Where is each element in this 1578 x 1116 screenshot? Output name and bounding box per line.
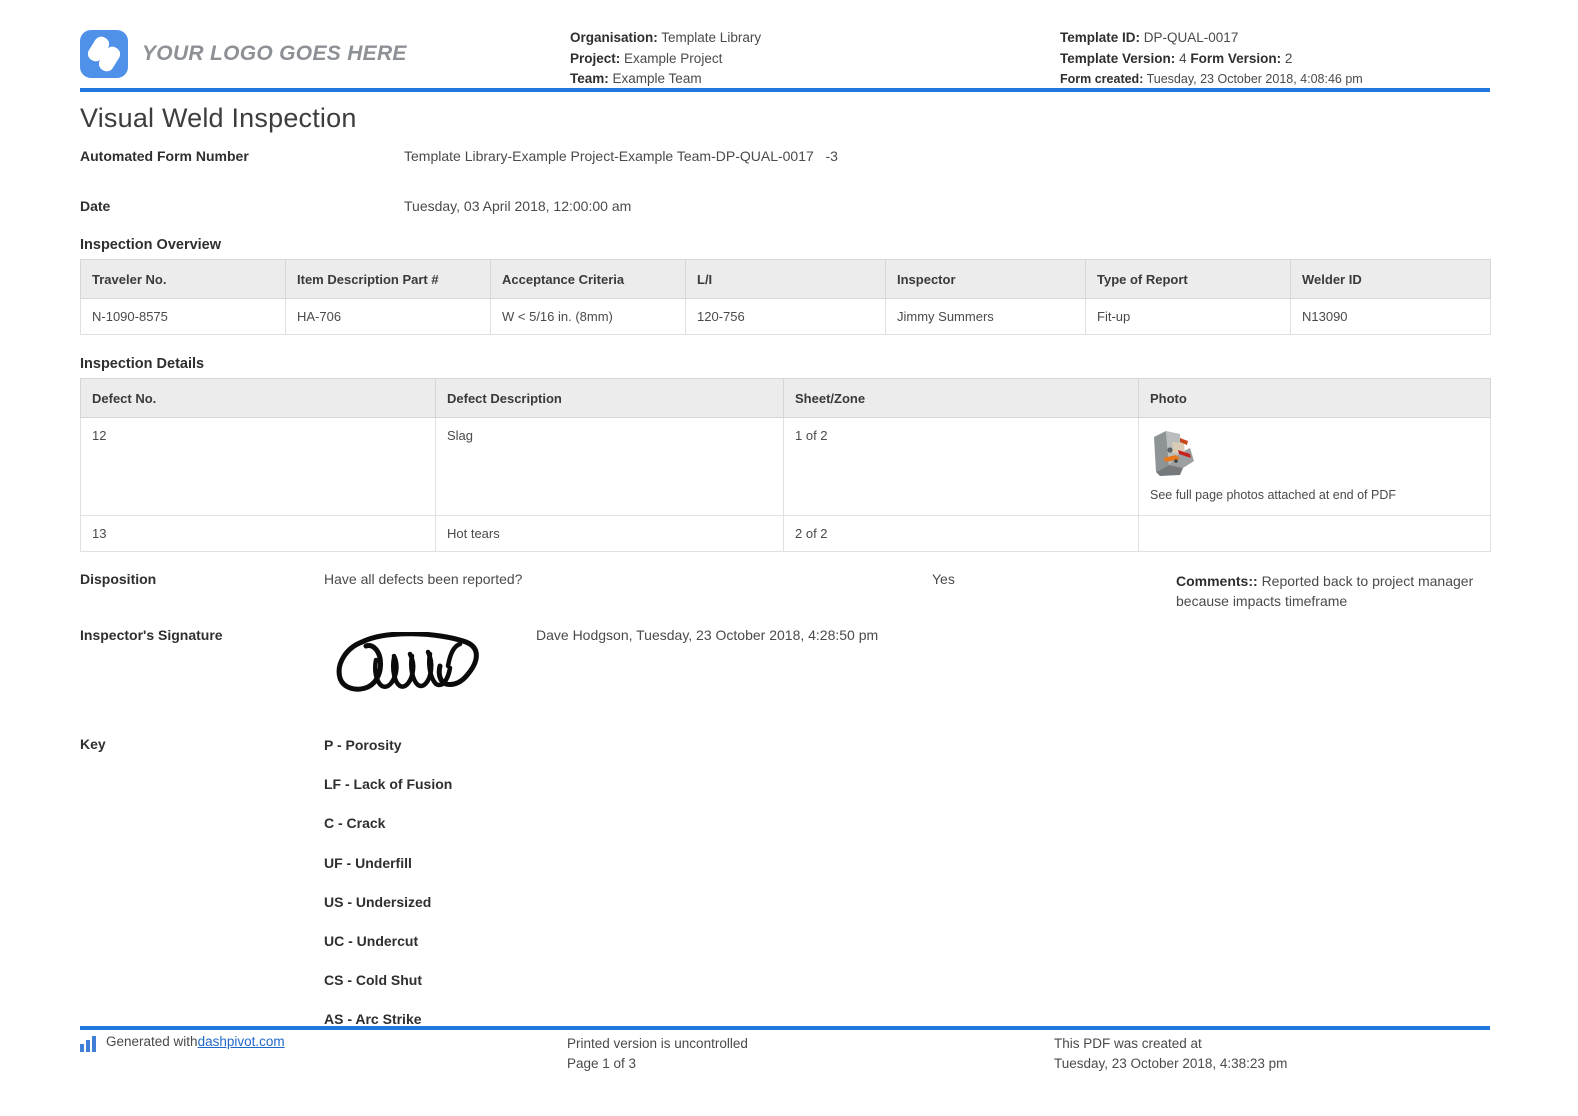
logo-placeholder-text: YOUR LOGO GOES HERE [142, 42, 407, 66]
template-id-row: Template ID: DP-QUAL-0017 [1060, 28, 1490, 49]
team-value: Example Team [613, 71, 702, 86]
col-acceptance-criteria: Acceptance Criteria [491, 260, 686, 299]
photo-note: See full page photos attached at end of … [1150, 488, 1479, 502]
cell-type-of-report: Fit-up [1086, 299, 1291, 335]
col-inspector: Inspector [886, 260, 1086, 299]
cell-sheet-zone: 1 of 2 [784, 418, 1139, 516]
key-item: C - Crack [324, 814, 924, 853]
printed-notice-text: Printed version is uncontrolled [567, 1034, 748, 1054]
form-version-value: 2 [1285, 51, 1293, 66]
cell-photo: See full page photos attached at end of … [1139, 418, 1491, 516]
comments-label: Comments:: [1176, 573, 1258, 589]
template-version-value: 4 [1179, 51, 1187, 66]
form-created-label: Form created: [1060, 72, 1143, 86]
key-item: US - Undersized [324, 893, 924, 932]
footer-divider [80, 1026, 1490, 1030]
cell-defect-no: 13 [81, 516, 436, 552]
key-item: LF - Lack of Fusion [324, 775, 924, 814]
col-defect-no: Defect No. [81, 379, 436, 418]
automated-form-number-value: Template Library-Example Project-Example… [404, 146, 838, 166]
cell-acceptance-criteria: W < 5/16 in. (8mm) [491, 299, 686, 335]
date-label: Date [80, 196, 310, 216]
col-photo: Photo [1139, 379, 1491, 418]
organisation-value: Template Library [661, 30, 761, 45]
cell-defect-description: Hot tears [436, 516, 784, 552]
header-meta-right: Template ID: DP-QUAL-0017 Template Versi… [1060, 18, 1490, 90]
cell-photo [1139, 516, 1491, 552]
footer-print-notice: Printed version is uncontrolled Page 1 o… [567, 1034, 748, 1073]
document-header: YOUR LOGO GOES HERE Organisation: Templa… [80, 18, 1490, 88]
table-row: N-1090-8575 HA-706 W < 5/16 in. (8mm) 12… [81, 299, 1491, 335]
table-header-row: Traveler No. Item Description Part # Acc… [81, 260, 1491, 299]
template-id-label: Template ID: [1060, 30, 1140, 45]
project-value: Example Project [624, 51, 722, 66]
automated-form-number-label: Automated Form Number [80, 146, 310, 166]
form-version-label: Form Version: [1190, 51, 1281, 66]
inspection-details-heading: Inspection Details [80, 356, 204, 372]
cell-inspector: Jimmy Summers [886, 299, 1086, 335]
key-item: UF - Underfill [324, 854, 924, 893]
key-item: UC - Undercut [324, 932, 924, 971]
dashpivot-link[interactable]: dashpivot.com [198, 1034, 285, 1049]
col-traveler-no: Traveler No. [81, 260, 286, 299]
key-item: CS - Cold Shut [324, 971, 924, 1010]
key-item: P - Porosity [324, 736, 924, 775]
footer-pdf-created: This PDF was created at Tuesday, 23 Octo… [1054, 1034, 1287, 1073]
inspection-overview-table: Traveler No. Item Description Part # Acc… [80, 259, 1491, 335]
table-row: 12 Slag 1 of 2 [81, 418, 1491, 516]
inspection-details-table: Defect No. Defect Description Sheet/Zone… [80, 378, 1491, 552]
col-defect-description: Defect Description [436, 379, 784, 418]
project-row: Project: Example Project [570, 49, 1060, 70]
generated-with-text: Generated with [106, 1034, 198, 1049]
pdf-created-value: Tuesday, 23 October 2018, 4:38:23 pm [1054, 1054, 1287, 1074]
version-row: Template Version: 4 Form Version: 2 [1060, 49, 1490, 70]
template-version-label: Template Version: [1060, 51, 1175, 66]
comments-block: Comments:: Reported back to project mana… [1176, 571, 1494, 611]
cell-defect-description: Slag [436, 418, 784, 516]
cell-traveler-no: N-1090-8575 [81, 299, 286, 335]
page-number-text: Page 1 of 3 [567, 1054, 748, 1074]
logo-block: YOUR LOGO GOES HERE [80, 18, 570, 78]
header-meta-left: Organisation: Template Library Project: … [570, 18, 1060, 90]
defect-photo-thumbnail[interactable] [1150, 428, 1200, 478]
col-sheet-zone: Sheet/Zone [784, 379, 1139, 418]
bar-chart-icon [80, 1036, 98, 1052]
team-row: Team: Example Team [570, 69, 1060, 90]
project-label: Project: [570, 51, 620, 66]
brand-logo-icon [80, 30, 128, 78]
document-page: YOUR LOGO GOES HERE Organisation: Templa… [0, 0, 1578, 1116]
cell-welder-id: N13090 [1291, 299, 1491, 335]
col-welder-id: Welder ID [1291, 260, 1491, 299]
disposition-label: Disposition [80, 571, 156, 587]
inspector-signature-image [326, 632, 491, 694]
date-value: Tuesday, 03 April 2018, 12:00:00 am [404, 196, 631, 216]
key-list: P - Porosity LF - Lack of Fusion C - Cra… [324, 736, 924, 1050]
col-item-description-part: Item Description Part # [286, 260, 491, 299]
organisation-row: Organisation: Template Library [570, 28, 1060, 49]
cell-li: 120-756 [686, 299, 886, 335]
pdf-created-label: This PDF was created at [1054, 1034, 1287, 1054]
form-created-value: Tuesday, 23 October 2018, 4:08:46 pm [1147, 72, 1363, 86]
key-label: Key [80, 736, 106, 752]
team-label: Team: [570, 71, 609, 86]
document-footer: Generated with dashpivot.com Printed ver… [80, 1034, 1490, 1094]
cell-item-description-part: HA-706 [286, 299, 491, 335]
page-title: Visual Weld Inspection [80, 103, 357, 134]
table-header-row: Defect No. Defect Description Sheet/Zone… [81, 379, 1491, 418]
col-type-of-report: Type of Report [1086, 260, 1291, 299]
disposition-answer: Yes [932, 571, 955, 587]
cell-sheet-zone: 2 of 2 [784, 516, 1139, 552]
organisation-label: Organisation: [570, 30, 658, 45]
signature-signed-by: Dave Hodgson, Tuesday, 23 October 2018, … [536, 627, 878, 643]
footer-generated-with: Generated with dashpivot.com [80, 1034, 285, 1052]
inspection-overview-heading: Inspection Overview [80, 237, 221, 253]
col-li: L/I [686, 260, 886, 299]
form-created-row: Form created: Tuesday, 23 October 2018, … [1060, 69, 1490, 90]
disposition-question: Have all defects been reported? [324, 571, 522, 587]
header-divider [80, 88, 1490, 92]
cell-defect-no: 12 [81, 418, 436, 516]
table-row: 13 Hot tears 2 of 2 [81, 516, 1491, 552]
inspector-signature-label: Inspector's Signature [80, 627, 223, 643]
template-id-value: DP-QUAL-0017 [1144, 30, 1239, 45]
